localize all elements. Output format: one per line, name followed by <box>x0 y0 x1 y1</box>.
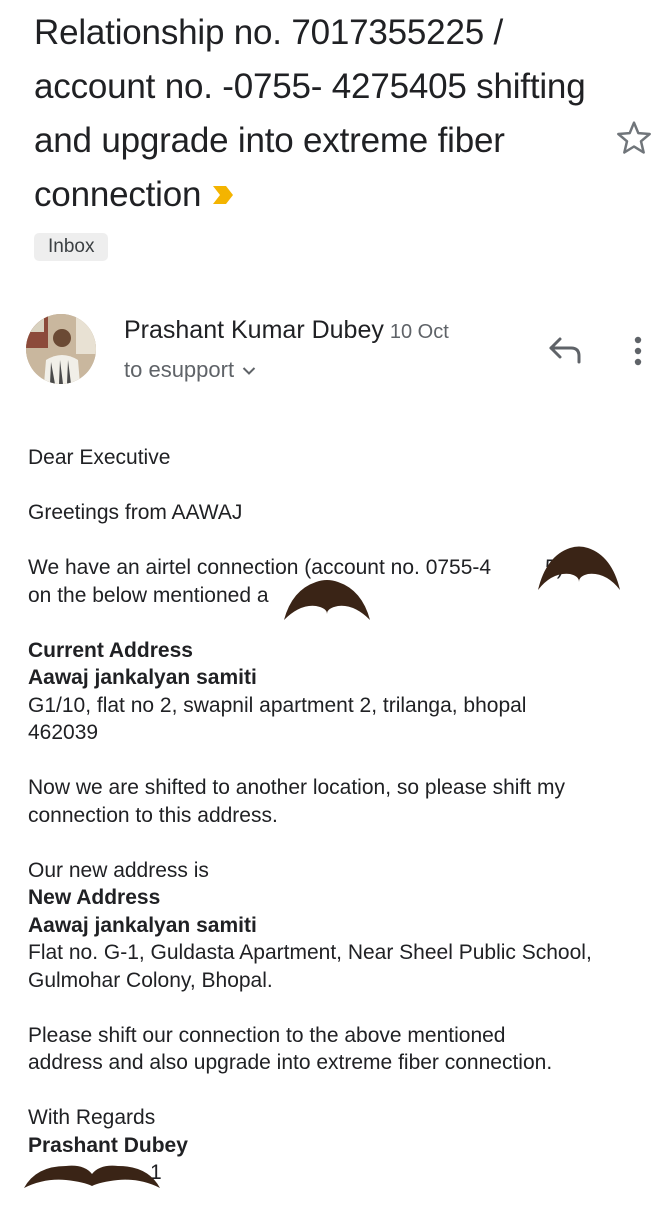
email-subject: Relationship no. 7017355225 / account no… <box>34 6 594 222</box>
new-address-line-1: Flat no. G-1, Guldasta Apartment, Near S… <box>28 941 592 964</box>
connection-paragraph: We have an airtel connection (account no… <box>28 554 648 609</box>
request-line-2: address and also upgrade into extreme fi… <box>28 1051 553 1074</box>
shift-paragraph: Now we are shifted to another location, … <box>28 774 648 829</box>
request-line-1: Please shift our connection to the above… <box>28 1023 506 1047</box>
connection-line-2: on the below mentioned a s. <box>28 583 355 607</box>
inbox-label-chip[interactable]: Inbox <box>34 233 109 261</box>
new-address-block: Our new address is New Address Aawaj jan… <box>28 857 648 995</box>
sender-line: Prashant Kumar Dubey 10 Oct <box>124 312 449 350</box>
current-address-block: Current Address Aawaj jankalyan samiti G… <box>28 637 648 747</box>
request-paragraph: Please shift our connection to the above… <box>28 1022 648 1077</box>
connection-line-1: We have an airtel connection (account no… <box>28 556 564 579</box>
email-body: Dear Executive Greetings from AAWAJ We h… <box>28 444 648 1214</box>
reply-icon[interactable] <box>544 334 586 368</box>
shift-line-1: Now we are shifted to another location, … <box>28 776 565 799</box>
subject-text: Relationship no. 7017355225 / account no… <box>34 13 586 214</box>
salutation: Dear Executive <box>28 446 171 469</box>
more-vert-icon[interactable] <box>626 334 650 368</box>
signature-name: Prashant Dubey <box>28 1133 188 1157</box>
chevron-down-icon[interactable] <box>242 366 256 376</box>
sender-avatar[interactable] <box>26 314 96 384</box>
sender-name[interactable]: Prashant Kumar Dubey <box>124 316 384 344</box>
important-marker-icon[interactable] <box>211 185 235 205</box>
new-address-org: Aawaj jankalyan samiti <box>28 913 257 937</box>
avatar-photo <box>26 314 96 384</box>
closing: With Regards <box>28 1106 156 1129</box>
greeting: Greetings from AAWAJ <box>28 501 243 524</box>
recipient-details-toggle[interactable]: to esupport <box>124 354 256 386</box>
label-text: Inbox <box>48 236 95 257</box>
current-address-line-1: G1/10, flat no 2, swapnil apartment 2, t… <box>28 693 527 717</box>
new-address-intro: Our new address is <box>28 858 209 882</box>
current-address-org: Aawaj jankalyan samiti <box>28 666 257 689</box>
new-address-line-2: Gulmohar Colony, Bhopal. <box>28 968 273 992</box>
recipient-text: to esupport <box>124 357 235 382</box>
shift-line-2: connection to this address. <box>28 803 278 827</box>
signature-phone: 1 <box>150 1161 162 1184</box>
current-address-line-2: 462039 <box>28 721 99 744</box>
current-address-heading: Current Address <box>28 638 193 662</box>
star-outline-icon[interactable] <box>614 118 652 158</box>
sent-date: 10 Oct <box>389 321 449 343</box>
new-address-heading: New Address <box>28 886 161 909</box>
signature-block: With Regards Prashant Dubey 1 <box>28 1104 648 1187</box>
